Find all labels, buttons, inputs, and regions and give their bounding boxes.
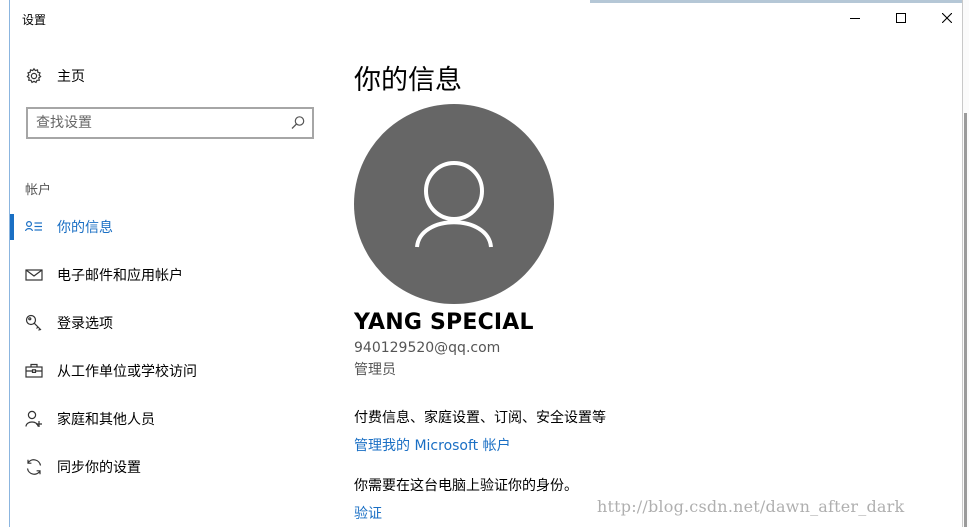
sidebar-item-sync[interactable]: 同步你的设置: [10, 452, 330, 482]
user-email: 940129520@qq.com: [354, 340, 501, 356]
sidebar: 主页 帐户: [10, 36, 330, 527]
minimize-button[interactable]: [832, 0, 878, 36]
settings-window: 设置 主页 查找设置 帐户 你的信息 电子邮件和应用帐户 登录选项 从工作单位或…: [0, 0, 969, 527]
sidebar-item-sign-in-options[interactable]: 登录选项: [10, 308, 330, 338]
search-input[interactable]: [36, 114, 276, 132]
window-title: 设置: [22, 13, 47, 27]
sidebar-item-your-info[interactable]: 你的信息: [10, 212, 330, 242]
sidebar-item-label: 同步你的设置: [57, 460, 141, 476]
minimize-icon: [850, 18, 860, 19]
verify-link[interactable]: 验证: [354, 503, 382, 523]
user-avatar-icon: [415, 161, 493, 248]
sidebar-item-label: 电子邮件和应用帐户: [57, 268, 183, 284]
section-heading-accounts: 帐户: [25, 183, 52, 198]
sidebar-item-label: 从工作单位或学校访问: [57, 364, 197, 380]
user-info-icon: [25, 218, 43, 236]
sidebar-item-label: 家庭和其他人员: [57, 412, 155, 428]
key-icon: [25, 314, 43, 332]
manage-microsoft-account-link[interactable]: 管理我的 Microsoft 帐户: [354, 435, 511, 455]
gear-icon: [25, 67, 43, 85]
title-bar[interactable]: 设置: [10, 0, 962, 36]
avatar[interactable]: [354, 104, 554, 304]
sidebar-item-family[interactable]: 家庭和其他人员: [10, 404, 330, 434]
mail-icon: [25, 266, 43, 284]
add-person-icon: [25, 410, 43, 428]
verify-identity-text: 你需要在这台电脑上验证你的身份。: [354, 478, 578, 494]
scrollbar-thumb[interactable]: [964, 113, 967, 527]
search-box[interactable]: [26, 107, 314, 139]
maximize-button[interactable]: [878, 0, 924, 36]
sidebar-item-label: 登录选项: [57, 316, 113, 332]
sidebar-item-label: 你的信息: [57, 220, 113, 236]
active-indicator: [10, 214, 14, 240]
user-role: 管理员: [354, 362, 396, 378]
user-name: YANG SPECIAL: [354, 310, 534, 335]
search-icon[interactable]: [290, 115, 306, 131]
sidebar-item-work-school[interactable]: 从工作单位或学校访问: [10, 356, 330, 386]
maximize-icon: [896, 13, 906, 23]
watermark: http://blog.csdn.net/dawn_after_dark: [597, 497, 905, 516]
close-icon: [942, 13, 952, 23]
main-content: 你的信息 YANG SPECIAL 940129520@qq.com 管理员 付…: [330, 36, 950, 527]
sidebar-item-home[interactable]: 主页: [10, 62, 330, 90]
briefcase-icon: [25, 362, 43, 380]
sync-icon: [25, 458, 43, 476]
page-title: 你的信息: [354, 65, 462, 96]
sidebar-item-email-accounts[interactable]: 电子邮件和应用帐户: [10, 260, 330, 290]
billing-info-text: 付费信息、家庭设置、订阅、安全设置等: [354, 410, 606, 426]
sidebar-item-label: 主页: [57, 69, 85, 85]
